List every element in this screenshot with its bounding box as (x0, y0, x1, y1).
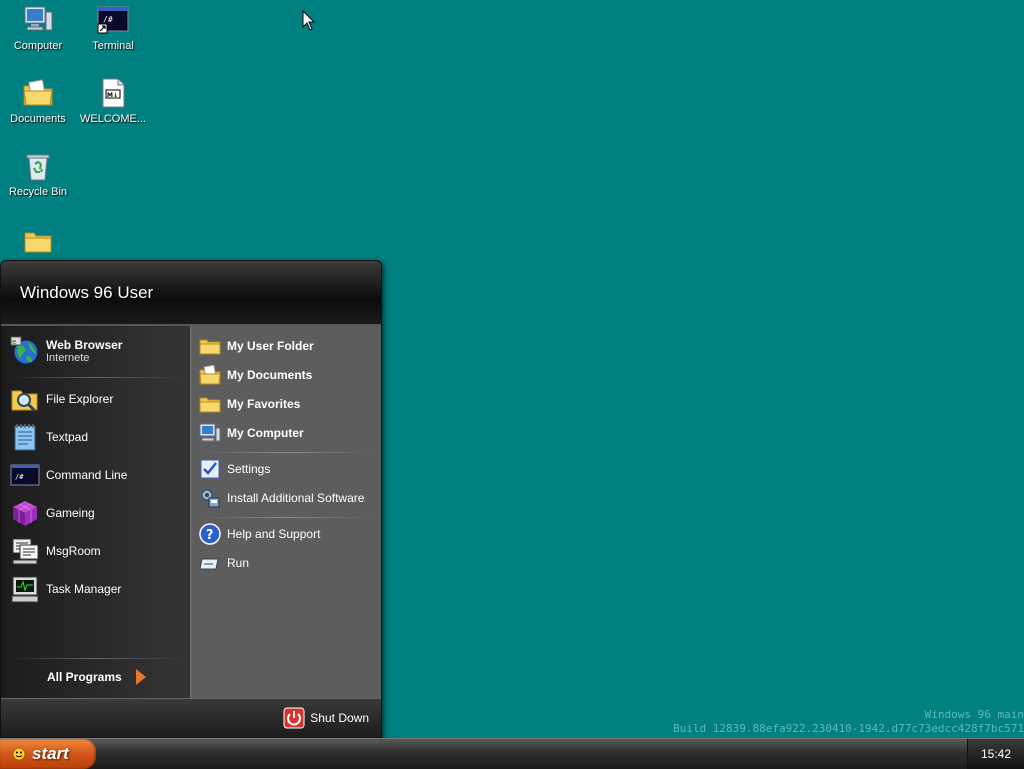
menu-item-label: My Documents (227, 368, 313, 382)
markdown-file-icon: M↓ (102, 78, 125, 108)
menu-item-label: Settings (227, 462, 271, 476)
start-menu-footer: Shut Down (1, 698, 381, 739)
separator (11, 377, 181, 378)
menu-item-help-and-support[interactable]: ? Help and Support (199, 521, 377, 547)
start-button[interactable]: start (0, 739, 96, 769)
start-menu-left-pane: e Web Browser Internete File Explorer Te… (1, 326, 189, 698)
folder-icon (199, 339, 221, 355)
run-icon (199, 558, 219, 570)
chat-computer-icon (12, 538, 39, 565)
recycle-bin-icon (26, 154, 50, 181)
documents-folder-icon (23, 79, 53, 106)
power-icon (283, 707, 305, 729)
menu-item-label: Textpad (46, 430, 89, 444)
documents-folder-icon (199, 364, 221, 385)
desktop-icon-label: WELCOME... (79, 113, 146, 125)
pinned-title: Web Browser (46, 338, 123, 352)
watermark-line-2: Build 12839.88efa922.230410-1942.d77c73e… (673, 722, 1024, 735)
desktop-icon-label: Recycle Bin (8, 186, 68, 198)
svg-text:/#: /# (103, 15, 113, 24)
svg-text:M↓: M↓ (107, 92, 118, 99)
help-icon: ? (199, 523, 221, 545)
menu-item-command-line[interactable]: /# Command Line (10, 458, 185, 492)
start-label: start (32, 744, 69, 763)
menu-item-label: My Computer (227, 426, 304, 440)
menu-item-label: File Explorer (46, 392, 114, 406)
terminal-icon: /# (10, 464, 40, 486)
desktop-icon-computer[interactable]: Computer (0, 4, 76, 52)
desktop-icon-label: Computer (13, 40, 63, 52)
svg-text:?: ? (206, 528, 214, 543)
smiley-icon (12, 747, 26, 761)
desktop-icon-label: Terminal (92, 40, 134, 52)
file-explorer-icon (11, 390, 38, 413)
watermark-line-1: Windows 96 main (924, 708, 1024, 721)
terminal-icon: /# (97, 6, 129, 34)
game-cube-icon (13, 501, 37, 526)
menu-item-gameing[interactable]: Gameing (10, 496, 185, 530)
notepad-icon (14, 424, 36, 451)
computer-icon (24, 6, 53, 31)
desktop-icon-label: Documents (10, 113, 66, 125)
menu-item-settings[interactable]: Settings (199, 456, 377, 482)
install-software-icon (201, 489, 220, 508)
computer-icon (199, 423, 221, 442)
build-watermark: Windows 96 main Build 12839.88efa922.230… (673, 708, 1024, 736)
arrow-right-icon (135, 669, 146, 685)
all-programs-label: All Programs (47, 670, 122, 684)
menu-item-my-user-folder[interactable]: My User Folder (199, 333, 377, 359)
start-menu-right-pane: My User Folder My Documents My Favorites (190, 326, 381, 698)
menu-item-task-manager[interactable]: Task Manager (10, 572, 185, 606)
taskbar: start 15:42 (0, 738, 1024, 769)
desktop-icon-folder[interactable] (0, 225, 76, 261)
pinned-web-browser[interactable]: e Web Browser Internete (10, 334, 185, 368)
menu-item-msgroom[interactable]: MsgRoom (10, 534, 185, 568)
menu-item-label: MsgRoom (46, 544, 101, 558)
clock[interactable]: 15:42 (981, 747, 1011, 761)
start-menu-header: Windows 96 User (1, 261, 381, 326)
menu-item-label: My Favorites (227, 397, 301, 411)
menu-item-my-documents[interactable]: My Documents (199, 362, 377, 388)
separator (201, 517, 371, 518)
menu-item-label: Command Line (46, 468, 128, 482)
menu-item-file-explorer[interactable]: File Explorer (10, 382, 185, 416)
settings-checklist-icon (200, 459, 220, 479)
svg-text:e: e (12, 338, 16, 346)
menu-item-label: Install Additional Software (227, 491, 365, 505)
menu-item-my-computer[interactable]: My Computer (199, 420, 377, 446)
menu-item-run[interactable]: Run (199, 550, 377, 576)
menu-item-label: Task Manager (46, 582, 122, 596)
menu-item-label: Gameing (46, 506, 95, 520)
menu-item-install-software[interactable]: Install Additional Software (199, 485, 377, 511)
menu-item-label: My User Folder (227, 339, 314, 353)
desktop-icon-terminal[interactable]: /# Terminal (75, 4, 151, 52)
user-name: Windows 96 User (20, 283, 154, 302)
desktop-icon-welcome[interactable]: M↓ WELCOME... (75, 77, 151, 125)
system-tray: 15:42 (967, 739, 1024, 769)
menu-item-label: Help and Support (227, 527, 321, 541)
pinned-subtitle: Internete (46, 352, 90, 364)
menu-item-label: Run (227, 556, 250, 570)
shut-down-label: Shut Down (310, 711, 369, 725)
separator (201, 452, 371, 453)
globe-icon: e (10, 336, 39, 365)
shut-down-button[interactable]: Shut Down (283, 707, 369, 729)
svg-text:/#: /# (15, 473, 24, 481)
desktop-icon-documents[interactable]: Documents (0, 77, 76, 125)
menu-item-my-favorites[interactable]: My Favorites (199, 391, 377, 417)
mouse-cursor-icon (302, 10, 316, 31)
task-manager-icon (11, 576, 39, 603)
folder-icon (199, 397, 221, 413)
separator (11, 658, 181, 659)
start-menu: Windows 96 User e Web Browser Internete (0, 260, 382, 740)
menu-item-textpad[interactable]: Textpad (10, 420, 185, 454)
desktop-icon-recycle-bin[interactable]: Recycle Bin (0, 150, 76, 198)
folder-icon (24, 232, 52, 253)
all-programs-button[interactable]: All Programs (47, 669, 146, 685)
start-menu-body: e Web Browser Internete File Explorer Te… (1, 326, 381, 698)
